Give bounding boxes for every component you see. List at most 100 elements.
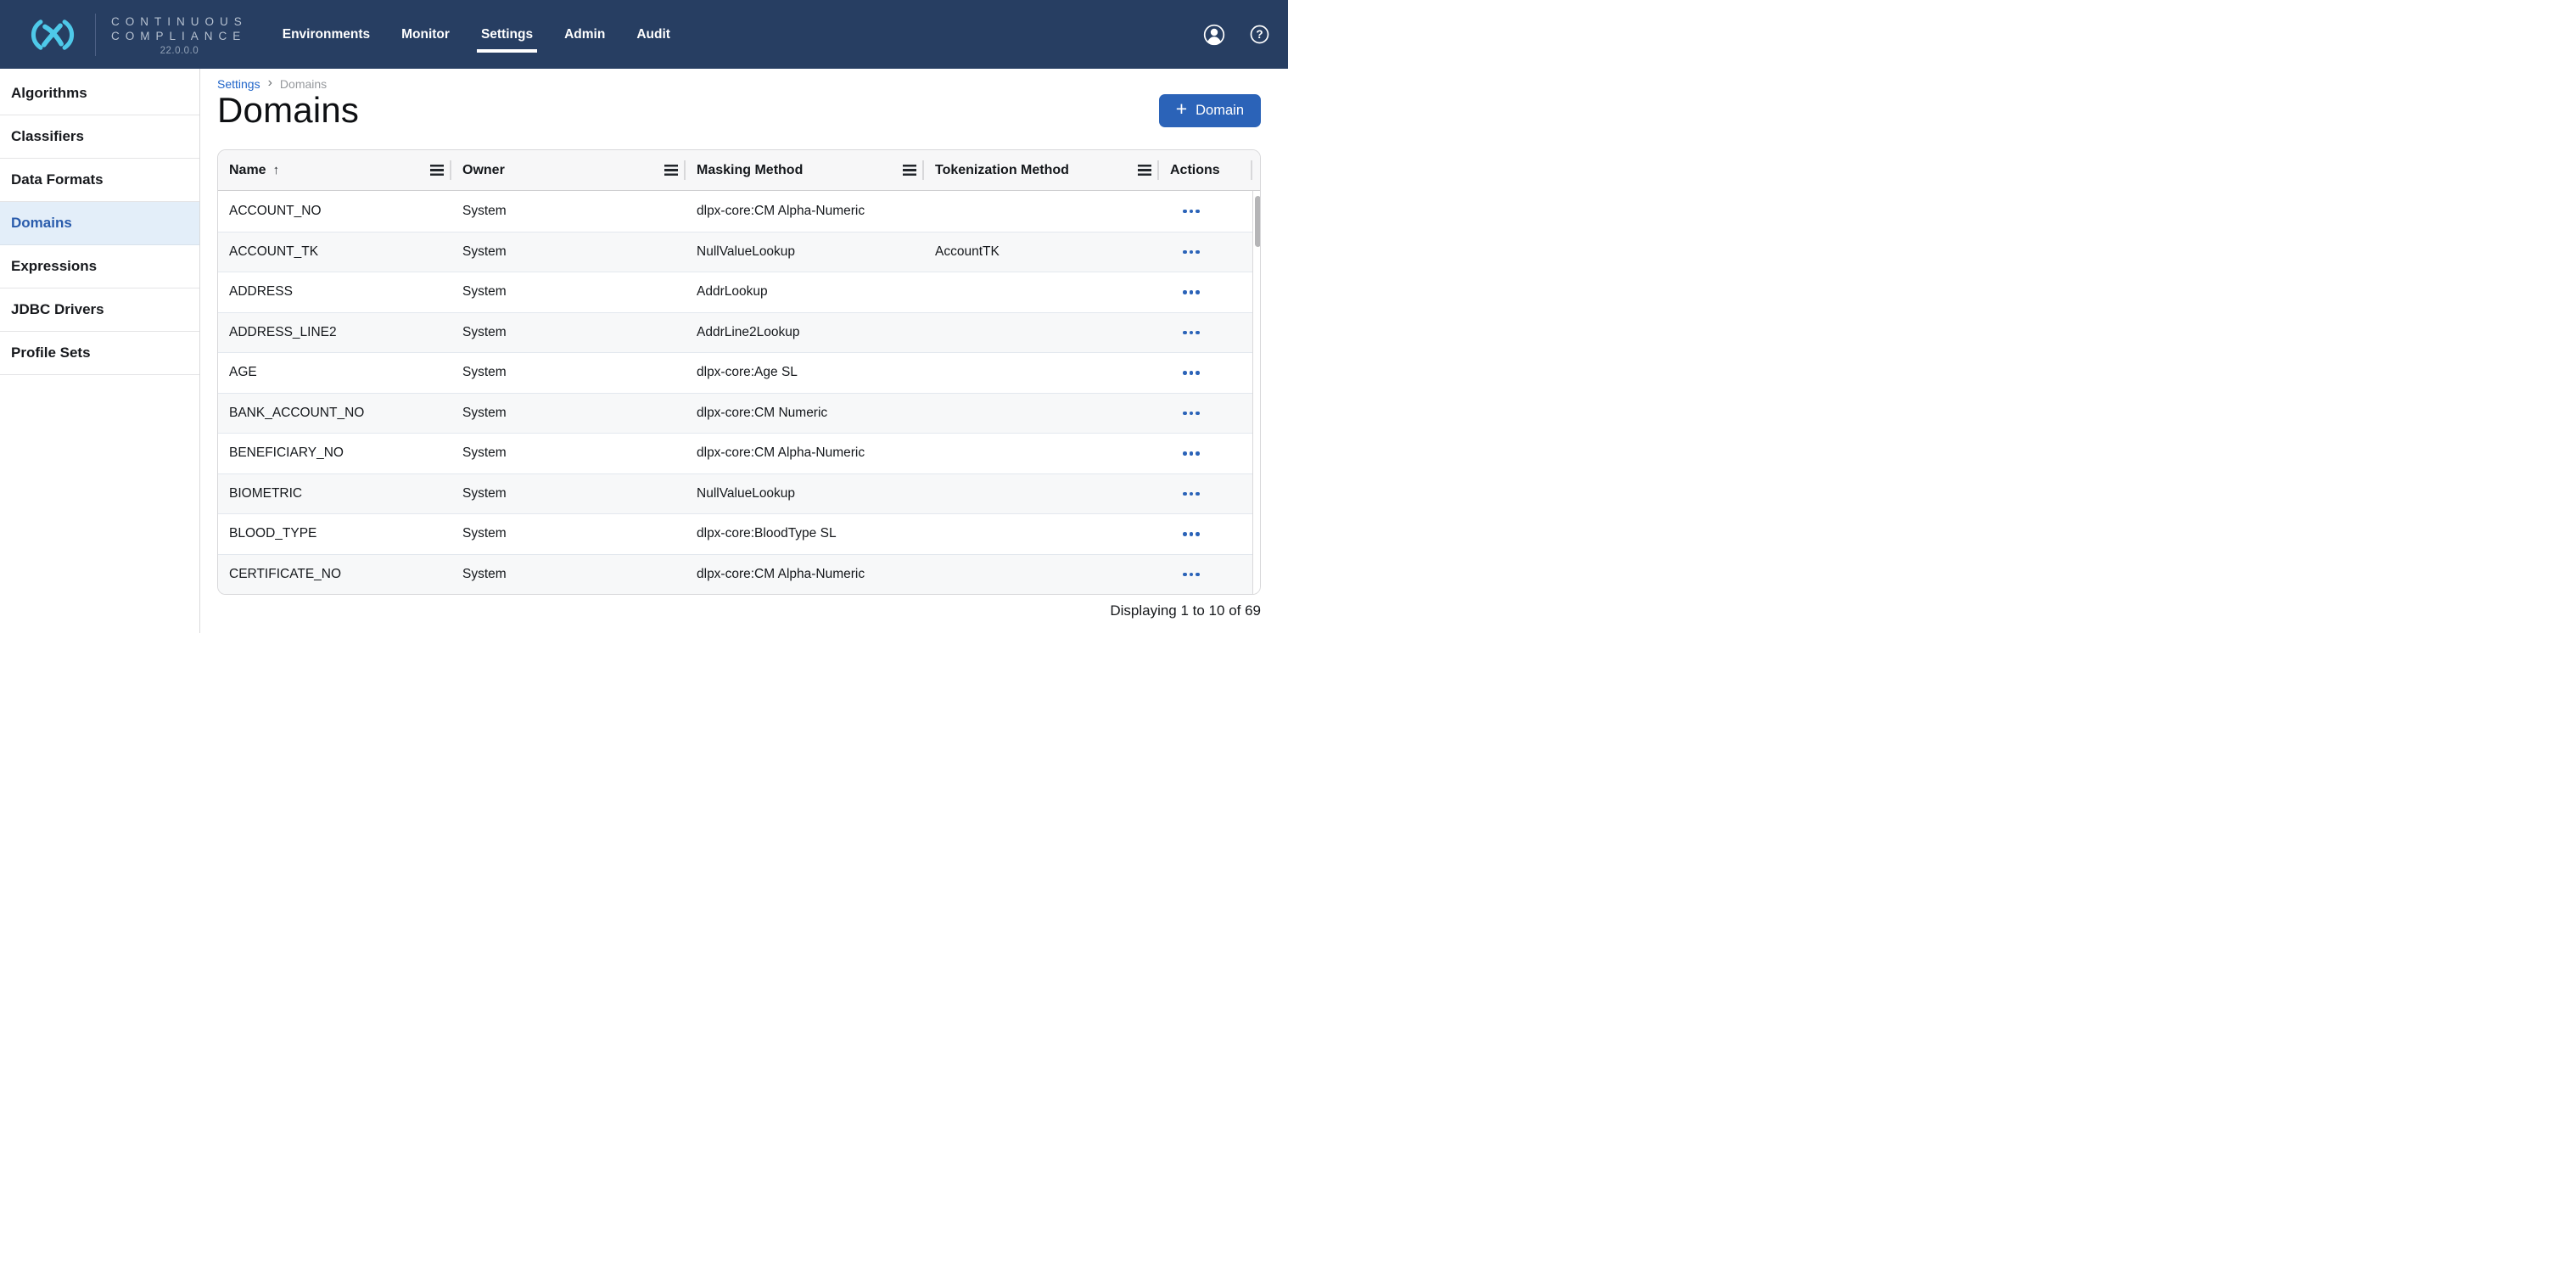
cell-actions [1159, 394, 1252, 434]
user-avatar-glyph [1203, 24, 1225, 46]
scrollbar-thumb[interactable] [1255, 196, 1261, 247]
table-row[interactable]: ADDRESS System AddrLookup [218, 272, 1252, 312]
nav-item-monitor[interactable]: Monitor [401, 27, 450, 42]
table-scrollbar[interactable] [1252, 191, 1261, 594]
breadcrumb-current: Domains [280, 77, 327, 91]
cell-actions [1159, 434, 1252, 473]
cell-masking-method: dlpx-core:CM Alpha-Numeric [686, 434, 924, 473]
brand-divider [95, 14, 96, 56]
table-body: ACCOUNT_NO System dlpx-core:CM Alpha-Num… [218, 191, 1252, 594]
cell-tokenization-method [924, 474, 1159, 514]
table-row[interactable]: ADDRESS_LINE2 System AddrLine2Lookup [218, 312, 1252, 353]
brand-name-line1: CONTINUOUS [111, 14, 248, 29]
sidebar-item-profile-sets[interactable]: Profile Sets [0, 332, 199, 375]
settings-sidebar: AlgorithmsClassifiersData FormatsDomains… [0, 69, 200, 633]
table-row[interactable]: AGE System dlpx-core:Age SL [218, 352, 1252, 393]
column-header-owner[interactable]: Owner [451, 150, 686, 190]
cell-actions [1159, 191, 1252, 232]
ellipsis-icon[interactable] [1179, 327, 1204, 339]
nav-item-admin[interactable]: Admin [564, 27, 605, 42]
cell-tokenization-method [924, 514, 1159, 554]
ellipsis-icon[interactable] [1179, 367, 1204, 379]
column-header-label: Owner [462, 163, 505, 178]
app-version: 22.0.0.0 [111, 46, 248, 56]
cell-owner: System [451, 272, 686, 312]
app-root: CONTINUOUS COMPLIANCE 22.0.0.0 Environme… [0, 0, 1288, 633]
ellipsis-icon[interactable] [1179, 205, 1204, 218]
ellipsis-icon[interactable] [1179, 246, 1204, 259]
table-row[interactable]: ACCOUNT_NO System dlpx-core:CM Alpha-Num… [218, 191, 1252, 232]
question-mark-glyph: ? [1250, 25, 1269, 44]
cell-actions [1159, 272, 1252, 312]
column-header-label: Name [229, 163, 266, 178]
nav-item-audit[interactable]: Audit [636, 27, 670, 42]
cell-masking-method: AddrLine2Lookup [686, 313, 924, 353]
table-row[interactable]: BANK_ACCOUNT_NO System dlpx-core:CM Nume… [218, 393, 1252, 434]
ellipsis-icon[interactable] [1179, 488, 1204, 501]
cell-owner: System [451, 474, 686, 514]
sidebar-item-domains[interactable]: Domains [0, 202, 199, 245]
breadcrumb-settings-link[interactable]: Settings [217, 77, 260, 91]
ellipsis-icon[interactable] [1179, 569, 1204, 581]
help-icon[interactable]: ? [1250, 25, 1269, 44]
sidebar-item-expressions[interactable]: Expressions [0, 245, 199, 288]
cell-owner: System [451, 313, 686, 353]
cell-tokenization-method [924, 434, 1159, 473]
top-navbar: CONTINUOUS COMPLIANCE 22.0.0.0 Environme… [0, 0, 1288, 69]
brand: CONTINUOUS COMPLIANCE 22.0.0.0 [24, 13, 248, 56]
cell-masking-method: dlpx-core:BloodType SL [686, 514, 924, 554]
ellipsis-icon[interactable] [1179, 447, 1204, 460]
cell-owner: System [451, 434, 686, 473]
cell-tokenization-method [924, 555, 1159, 595]
cell-actions [1159, 555, 1252, 595]
breadcrumb: Settings › Domains [217, 76, 1288, 92]
column-header-masking-method[interactable]: Masking Method [686, 150, 924, 190]
table-row[interactable]: BLOOD_TYPE System dlpx-core:BloodType SL [218, 513, 1252, 554]
cell-actions [1159, 353, 1252, 393]
user-avatar-icon[interactable] [1203, 24, 1225, 46]
cell-masking-method: NullValueLookup [686, 474, 924, 514]
ellipsis-icon[interactable] [1179, 528, 1204, 541]
column-menu-icon[interactable] [903, 165, 916, 176]
pagination-status: Displaying 1 to 10 of 69 [217, 602, 1261, 619]
sidebar-item-classifiers[interactable]: Classifiers [0, 115, 199, 159]
cell-owner: System [451, 353, 686, 393]
cell-owner: System [451, 555, 686, 595]
table-row[interactable]: CERTIFICATE_NO System dlpx-core:CM Alpha… [218, 554, 1252, 595]
add-domain-button[interactable]: + Domain [1159, 94, 1261, 127]
nav-item-settings[interactable]: Settings [481, 27, 533, 42]
sidebar-item-algorithms[interactable]: Algorithms [0, 72, 199, 115]
table-row[interactable]: BENEFICIARY_NO System dlpx-core:CM Alpha… [218, 433, 1252, 473]
column-header-actions[interactable]: Actions [1159, 150, 1252, 190]
column-menu-icon[interactable] [430, 165, 444, 176]
add-domain-button-label: Domain [1196, 103, 1244, 119]
column-menu-icon[interactable] [664, 165, 678, 176]
cell-actions [1159, 313, 1252, 353]
navbar-icons: ? [1203, 24, 1269, 46]
page-header: Domains + Domain [217, 92, 1261, 129]
brand-text: CONTINUOUS COMPLIANCE 22.0.0.0 [111, 13, 248, 56]
column-menu-icon[interactable] [1138, 165, 1151, 176]
cell-name: ADDRESS_LINE2 [218, 313, 451, 353]
cell-name: BLOOD_TYPE [218, 514, 451, 554]
sort-ascending-icon: ↑ [273, 163, 280, 177]
cell-actions [1159, 474, 1252, 514]
cell-masking-method: AddrLookup [686, 272, 924, 312]
ellipsis-icon[interactable] [1179, 407, 1204, 420]
cell-name: BIOMETRIC [218, 474, 451, 514]
table-row[interactable]: ACCOUNT_TK System NullValueLookup Accoun… [218, 232, 1252, 272]
cell-masking-method: dlpx-core:CM Alpha-Numeric [686, 191, 924, 232]
sidebar-item-data-formats[interactable]: Data Formats [0, 159, 199, 202]
cell-tokenization-method [924, 394, 1159, 434]
column-header-name[interactable]: Name ↑ [218, 150, 451, 190]
page-title: Domains [217, 92, 359, 129]
table-row[interactable]: BIOMETRIC System NullValueLookup [218, 473, 1252, 514]
nav-item-environments[interactable]: Environments [283, 27, 370, 42]
ellipsis-icon[interactable] [1179, 286, 1204, 299]
cell-masking-method: dlpx-core:CM Alpha-Numeric [686, 555, 924, 595]
column-header-tokenization-method[interactable]: Tokenization Method [924, 150, 1159, 190]
header-scrollbar-corner [1252, 150, 1260, 190]
table-body-wrap: ACCOUNT_NO System dlpx-core:CM Alpha-Num… [218, 191, 1260, 594]
sidebar-item-jdbc-drivers[interactable]: JDBC Drivers [0, 288, 199, 332]
column-header-label: Actions [1170, 163, 1220, 178]
